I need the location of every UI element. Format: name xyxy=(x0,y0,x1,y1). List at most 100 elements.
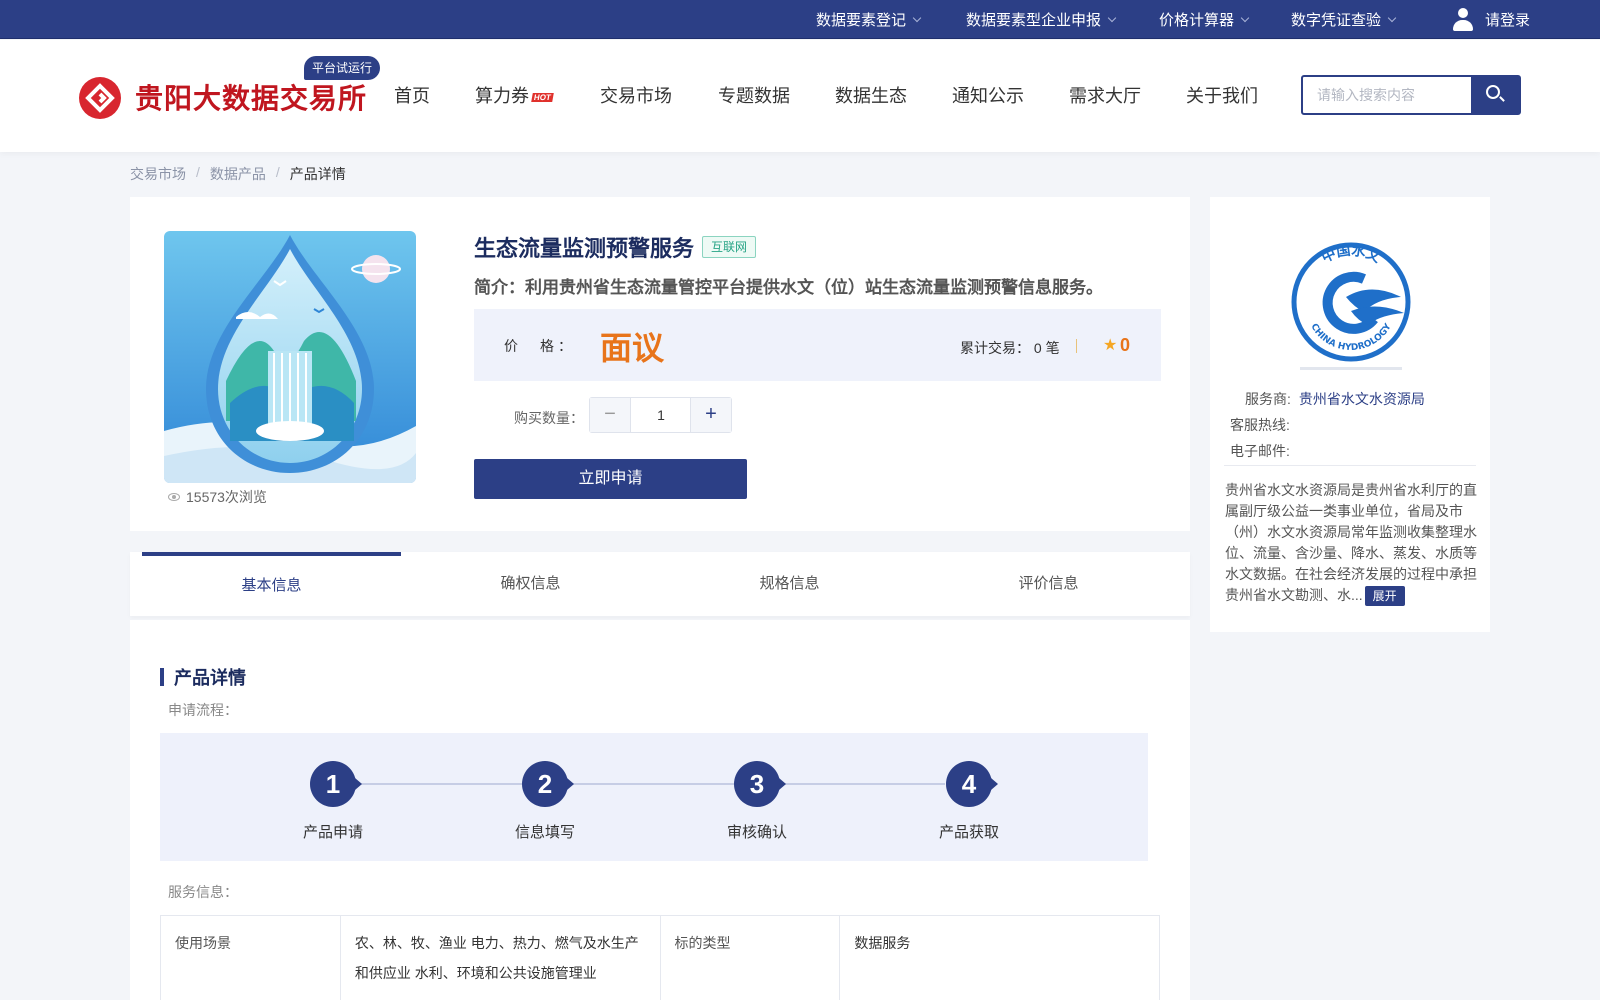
email-label: 电子邮件: xyxy=(1230,443,1290,459)
quantity-increase-button[interactable]: + xyxy=(690,398,731,432)
service-info-label: 服务信息： xyxy=(168,884,238,900)
title-accent-bar xyxy=(160,668,164,686)
price-label: 价 格： xyxy=(504,336,576,356)
product-title: 生态流量监测预警服务 xyxy=(474,236,695,261)
quantity-value[interactable]: 1 xyxy=(631,398,691,432)
application-flow: 1 2 3 4 产品申请 信息填写 审核确认 产品获取 xyxy=(160,733,1148,861)
expand-button[interactable]: 展开 xyxy=(1364,586,1405,606)
flow-label: 申请流程： xyxy=(168,702,238,718)
breadcrumb-separator: / xyxy=(196,164,200,180)
table-value: 农、林、牧、渔业 电力、热力、燃气及水生产和供应业 水利、环境和公共设施管理业 xyxy=(339,915,661,1000)
hotline-label: 客服热线: xyxy=(1230,417,1290,433)
breadcrumb-separator: / xyxy=(275,164,280,180)
service-info-table: 使用场景 农、林、牧、渔业 电力、热力、燃气及水生产和供应业 水利、环境和公共设… xyxy=(160,915,1160,1000)
chevron-down-icon xyxy=(1387,13,1397,22)
price-panel: 价 格： 面议 累计交易： 0 笔 ★ 0 xyxy=(474,309,1161,381)
top-utility-bar: 数据要素登记 数据要素型企业申报 价格计算器 数字凭证查验 请登录 xyxy=(0,0,1600,39)
section-title-text: 产品详情 xyxy=(174,668,246,688)
step-3-label: 审核确认 xyxy=(726,824,787,841)
product-summary-card: 15573次浏览 生态流量监测预警服务 互联网 简介：利用贵州省生态流量管控平台… xyxy=(130,197,1190,531)
search-button[interactable] xyxy=(1471,77,1519,113)
tab-spec-info[interactable]: 规格信息 xyxy=(660,552,919,616)
price-label-b: 格： xyxy=(540,338,576,354)
tab-basic-info[interactable]: 基本信息 xyxy=(142,552,401,616)
tab-review-info[interactable]: 评价信息 xyxy=(919,552,1178,616)
provider-description-text: 贵州省水文水资源局是贵州省水利厅的直属副厅级公益一类事业单位，省局及市（州）水文… xyxy=(1225,482,1477,603)
breadcrumb-data-products[interactable]: 数据产品 xyxy=(210,164,266,184)
quantity-stepper: − 1 + xyxy=(589,397,732,433)
nav-notices[interactable]: 通知公示 xyxy=(952,82,1024,108)
provider-logo: 中国水文 CHINA HYDROLOGY xyxy=(1276,227,1426,377)
beta-badge: 平台试运行 xyxy=(304,56,381,80)
view-count-label: 15573次浏览 xyxy=(186,489,267,505)
provider-name-label: 服务商: xyxy=(1245,391,1291,407)
nav-about[interactable]: 关于我们 xyxy=(1186,82,1258,108)
eye-icon xyxy=(168,493,180,501)
topnav-certificate-check[interactable]: 数字凭证查验 xyxy=(1291,0,1397,39)
flow-connector xyxy=(355,783,945,785)
hot-badge: HOT xyxy=(531,92,554,102)
divider xyxy=(1224,465,1476,466)
topnav-label: 数据要素型企业申报 xyxy=(966,12,1102,29)
nav-label: 算力券 xyxy=(475,86,529,106)
detail-tabs: 基本信息 确权信息 规格信息 评价信息 xyxy=(130,552,1190,616)
provider-name-row: 服务商: 贵州省水文水资源局 xyxy=(1245,389,1425,409)
price-label-a: 价 xyxy=(504,338,522,354)
section-title: 产品详情 xyxy=(160,664,246,690)
step-1-circle: 1 xyxy=(310,761,362,807)
apply-now-button[interactable]: 立即申请 xyxy=(474,459,747,499)
breadcrumb: 交易市场 / 数据产品 / 产品详情 xyxy=(130,164,346,184)
price-value: 面议 xyxy=(600,330,665,366)
nav-home[interactable]: 首页 xyxy=(394,82,430,108)
step-2-circle: 2 xyxy=(522,761,574,807)
step-3-circle: 3 xyxy=(734,761,786,807)
user-icon xyxy=(1452,7,1474,32)
provider-name[interactable]: 贵州省水文水资源局 xyxy=(1299,391,1425,407)
breadcrumb-current: 产品详情 xyxy=(289,166,346,182)
provider-description: 贵州省水文水资源局是贵州省水利厅的直属副厅级公益一类事业单位，省局及市（州）水文… xyxy=(1225,480,1479,606)
topnav-enterprise-declaration[interactable]: 数据要素型企业申报 xyxy=(966,0,1117,39)
view-count: 15573次浏览 xyxy=(168,487,267,507)
product-detail-section: 产品详情 申请流程： 1 2 3 4 产品申请 信息填写 审核确认 产品获取 服… xyxy=(130,620,1190,1000)
topnav-label: 价格计算器 xyxy=(1159,12,1235,29)
search-input[interactable] xyxy=(1303,77,1471,113)
divider xyxy=(1076,339,1077,353)
nav-compute-voucher[interactable]: 算力券 HOT xyxy=(475,82,554,108)
step-1-label: 产品申请 xyxy=(302,824,363,841)
table-value: 数据服务 xyxy=(839,915,1160,1000)
step-4-circle: 4 xyxy=(946,761,998,807)
quantity-decrease-button[interactable]: − xyxy=(590,398,631,432)
nav-topic-data[interactable]: 专题数据 xyxy=(718,82,790,108)
trade-count-value: 0 笔 xyxy=(1033,340,1060,356)
tab-rights-info[interactable]: 确权信息 xyxy=(401,552,660,616)
table-key: 使用场景 xyxy=(160,915,341,1000)
search-box xyxy=(1301,75,1521,115)
quantity-label: 购买数量： xyxy=(514,410,584,426)
rating-value: 0 xyxy=(1120,335,1131,355)
step-2-label: 信息填写 xyxy=(514,824,575,841)
product-intro: 简介：利用贵州省生态流量管控平台提供水文（位）站生态流量监测预警信息服务。 xyxy=(474,278,1103,297)
trade-count: 累计交易： 0 笔 xyxy=(960,338,1060,358)
step-4-label: 产品获取 xyxy=(938,824,999,841)
breadcrumb-market[interactable]: 交易市场 xyxy=(130,164,186,184)
chevron-down-icon xyxy=(1240,13,1250,22)
nav-demand-hall[interactable]: 需求大厅 xyxy=(1069,82,1141,108)
topnav-data-registration[interactable]: 数据要素登记 xyxy=(816,0,922,39)
nav-ecosystem[interactable]: 数据生态 xyxy=(835,82,907,108)
topnav-label: 数据要素登记 xyxy=(816,12,907,29)
exchange-logo-icon[interactable] xyxy=(79,77,121,119)
login-link[interactable]: 请登录 xyxy=(1452,0,1530,39)
star-icon: ★ xyxy=(1103,337,1118,354)
table-row: 使用场景 农、林、牧、渔业 电力、热力、燃气及水生产和供应业 水利、环境和公共设… xyxy=(160,915,1160,1000)
nav-market[interactable]: 交易市场 xyxy=(600,82,672,108)
chevron-down-icon xyxy=(1107,13,1117,22)
product-image xyxy=(164,231,416,483)
site-logo-text[interactable]: 贵阳大数据交易所 xyxy=(135,77,367,117)
table-key: 标的类型 xyxy=(659,915,841,1000)
product-category-tag: 互联网 xyxy=(702,236,757,258)
provider-sidebar: 中国水文 CHINA HYDROLOGY 服务商: 贵州省水文水资源局 客服热线:… xyxy=(1210,197,1490,632)
topnav-label: 数字凭证查验 xyxy=(1291,12,1382,29)
main-header: 贵阳大数据交易所 平台试运行 首页 算力券 HOT 交易市场 专题数据 数据生态 … xyxy=(0,40,1600,152)
topnav-price-calculator[interactable]: 价格计算器 xyxy=(1159,0,1250,39)
chevron-down-icon xyxy=(912,13,922,22)
